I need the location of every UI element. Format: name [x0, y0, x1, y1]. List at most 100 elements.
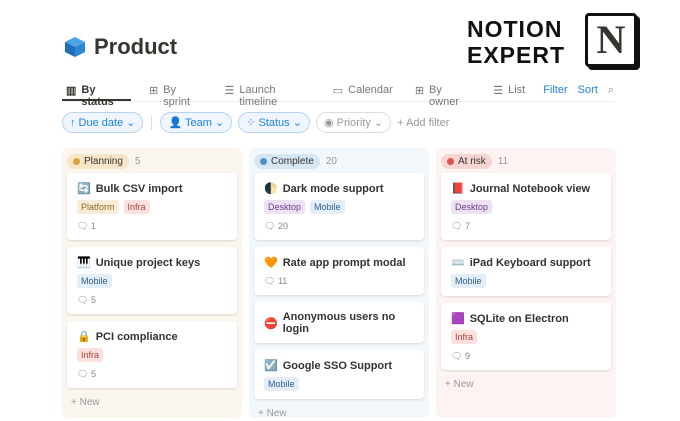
- card-title: Rate app prompt modal: [282, 256, 406, 269]
- status-label: Planning: [84, 155, 123, 167]
- card-title: Google SSO Support: [282, 359, 393, 372]
- status-label: At risk: [458, 155, 486, 167]
- card[interactable]: ⌨️ iPad Keyboard support Mobile: [441, 247, 611, 296]
- tab-list[interactable]: ☰ List: [489, 80, 529, 101]
- filter-bar: ↑ Due date ⌄ 👤 Team ⌄ ⁘ Status ⌄ ◉ Prior…: [62, 112, 449, 133]
- card[interactable]: 🌓 Dark mode support Desktop Mobile 🗨 20: [254, 173, 424, 240]
- card-title: Bulk CSV import: [95, 182, 183, 195]
- tag: Mobile: [264, 377, 299, 391]
- page-title-text: Product: [94, 34, 178, 59]
- card[interactable]: 🎹 Unique project keys Mobile 🗨 5: [67, 247, 237, 314]
- column-count: 11: [497, 155, 509, 167]
- tab-calendar[interactable]: ▭ Calendar: [329, 80, 397, 101]
- tab-by-status[interactable]: ▥ By status: [62, 80, 131, 108]
- card-icon: 🔄: [77, 183, 91, 195]
- view-tabs: ▥ By status ⊞ By sprint ☰ Launch timeline ▭ Cal…: [62, 80, 614, 108]
- sort-button[interactable]: Sort: [578, 84, 598, 101]
- status-dot-icon: [447, 157, 454, 165]
- comment-icon: 🗨: [451, 351, 465, 361]
- card-icon: 🌓: [264, 183, 278, 195]
- tag: Infra: [77, 348, 104, 362]
- column-header: Planning 5: [67, 153, 237, 169]
- notion-logo: N: [585, 13, 637, 67]
- team-filter-chip[interactable]: 👤 Team ⌄: [160, 112, 233, 133]
- column-count: 5: [134, 155, 141, 167]
- status-label: Complete: [271, 155, 314, 167]
- card-icon: ⌨️: [451, 257, 465, 269]
- card-icon: ☑️: [264, 360, 278, 372]
- comment-count: 🗨 20: [264, 221, 288, 231]
- card-title: SQLite on Electron: [469, 312, 569, 325]
- column-header: Complete 20: [254, 153, 424, 169]
- timeline-icon: ☰: [224, 85, 235, 97]
- tag: Desktop: [264, 200, 306, 214]
- card-icon: 🟪: [451, 313, 465, 325]
- gallery-icon: ⊞: [414, 85, 425, 97]
- comment-icon: 🗨: [77, 369, 91, 379]
- card-icon: ⛔: [264, 317, 278, 330]
- card-title: PCI compliance: [95, 330, 178, 343]
- card[interactable]: 🔄 Bulk CSV import Platform Infra 🗨 1: [67, 173, 237, 240]
- comment-count: 🗨 5: [77, 295, 96, 305]
- status-dot-icon: [73, 157, 80, 165]
- card-icon: 📕: [451, 183, 465, 195]
- divider: [151, 115, 153, 130]
- table-icon: ⊞: [148, 85, 159, 97]
- comment-icon: 🗨: [77, 221, 91, 231]
- tab-label: By sprint: [163, 84, 191, 108]
- status-filter-chip[interactable]: ⁘ Status ⌄: [238, 112, 310, 133]
- card-icon: 🧡: [264, 257, 278, 269]
- card-title: iPad Keyboard support: [469, 256, 591, 269]
- comment-count: 🗨 11: [264, 276, 288, 286]
- tag: Infra: [451, 330, 478, 344]
- status-dot-icon: [260, 157, 267, 165]
- column-complete: Complete 20 🌓 Dark mode support Desktop Mobil…: [249, 148, 429, 421]
- list-icon: ☰: [493, 85, 504, 97]
- tag: Mobile: [77, 274, 112, 288]
- card[interactable]: ☑️ Google SSO Support Mobile: [254, 350, 424, 399]
- due-date-sort-chip[interactable]: ↑ Due date ⌄: [62, 112, 144, 133]
- priority-filter-chip[interactable]: ◉ Priority ⌄: [315, 112, 392, 133]
- card[interactable]: 🟪 SQLite on Electron Infra 🗨 9: [441, 303, 611, 370]
- comment-icon: 🗨: [451, 221, 465, 231]
- card[interactable]: 📕 Journal Notebook view Desktop 🗨 7: [441, 173, 611, 240]
- tab-label: List: [508, 84, 526, 96]
- tag: Mobile: [310, 200, 345, 214]
- status-badge: At risk: [441, 153, 492, 169]
- column-at-risk: At risk 11 📕 Journal Notebook view Desktop 🗨 …: [436, 148, 616, 418]
- new-card-button[interactable]: + New: [254, 406, 424, 421]
- tab-label: Calendar: [348, 84, 393, 96]
- new-card-button[interactable]: + New: [67, 395, 237, 410]
- brand-text: NOTION EXPERT: [467, 16, 566, 68]
- card-title: Unique project keys: [95, 256, 201, 269]
- filter-button[interactable]: Filter: [543, 84, 567, 101]
- card-title: Journal Notebook view: [469, 182, 591, 195]
- card-title: Dark mode support: [282, 182, 384, 195]
- tag: Platform: [77, 200, 119, 214]
- tab-launch-timeline[interactable]: ☰ Launch timeline: [220, 80, 314, 108]
- card[interactable]: ⛔ Anonymous users no login: [254, 302, 424, 343]
- comment-count: 🗨 7: [451, 221, 470, 231]
- tag: Desktop: [451, 200, 493, 214]
- cube-icon: [65, 37, 85, 57]
- comment-icon: 🗨: [77, 295, 91, 305]
- comment-icon: 🗨: [264, 276, 278, 286]
- search-icon[interactable]: ⌕: [608, 84, 614, 101]
- add-filter-button[interactable]: + Add filter: [397, 117, 449, 129]
- card[interactable]: 🔒 PCI compliance Infra 🗨 5: [67, 321, 237, 388]
- card-title: Anonymous users no login: [282, 311, 396, 335]
- tag: Mobile: [451, 274, 486, 288]
- card-icon: 🔒: [77, 331, 91, 343]
- tab-by-sprint[interactable]: ⊞ By sprint: [145, 80, 207, 108]
- new-card-button[interactable]: + New: [441, 377, 611, 392]
- tab-by-owner[interactable]: ⊞ By owner: [411, 80, 475, 108]
- tag: Infra: [123, 200, 150, 214]
- board-icon: ▥: [66, 85, 77, 97]
- comment-icon: 🗨: [264, 221, 278, 231]
- comment-count: 🗨 1: [77, 221, 96, 231]
- card[interactable]: 🧡 Rate app prompt modal 🗨 11: [254, 247, 424, 295]
- card-icon: 🎹: [77, 257, 91, 269]
- comment-count: 🗨 9: [451, 351, 470, 361]
- tab-label: Launch timeline: [239, 84, 278, 108]
- column-planning: Planning 5 🔄 Bulk CSV import Platform Infra 🗨 …: [62, 148, 242, 418]
